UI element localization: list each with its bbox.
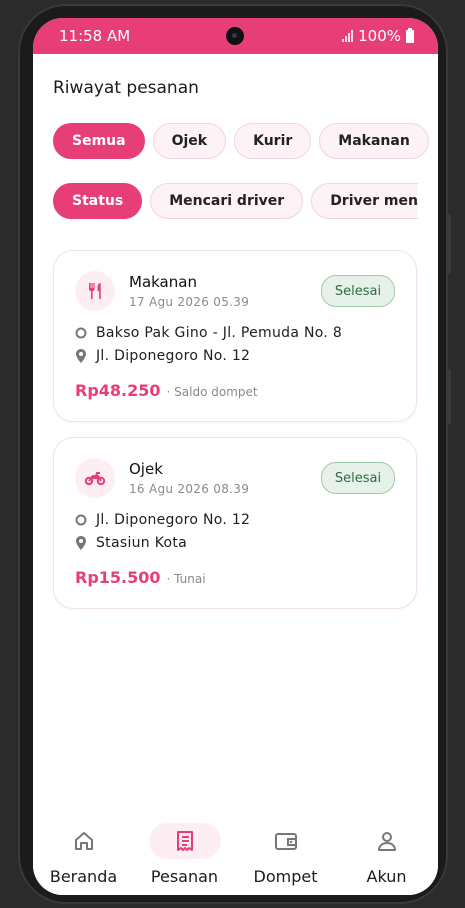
cutlery-icon [75,271,115,311]
pickup-circle-icon [75,327,87,339]
nav-beranda[interactable]: Beranda [33,813,134,895]
status-filter-bar: Status Mencari driver Driver menuju lo [53,183,418,219]
order-price: Rp15.500 [75,568,161,587]
page-title: Riwayat pesanan [53,78,199,98]
receipt-icon [148,823,221,859]
order-date: 16 Agu 2026 08.39 [129,482,250,496]
wallet-icon [250,823,322,859]
pickup-address: Jl. Diponegoro No. 12 [96,512,251,528]
nav-label: Beranda [49,867,118,886]
nav-pesanan[interactable]: Pesanan [134,813,235,895]
location-pin-icon [75,349,87,363]
payment-method: · Tunai [166,572,206,586]
person-icon [351,823,423,859]
filter-chip-kurir[interactable]: Kurir [234,123,312,159]
nav-akun[interactable]: Akun [336,813,437,895]
filter-chip-makanan[interactable]: Makanan [319,123,429,159]
bottom-nav: Beranda Pesanan Dompet Akun [33,813,438,895]
motorbike-icon [75,458,115,498]
order-date: 17 Agu 2026 05.39 [129,295,250,309]
service-filter-bar: Semua Ojek Kurir Makanan [53,123,429,159]
status-bar: 11:58 AM 100% [33,18,438,54]
status-badge: Selesai [321,462,395,494]
nav-dompet[interactable]: Dompet [235,813,336,895]
home-icon [48,823,120,859]
battery-icon [406,27,414,43]
app-screen: 11:58 AM 100% Riwayat pesanan Semua Ojek… [33,18,438,895]
filter-chip-semua[interactable]: Semua [53,123,145,159]
location-pin-icon [75,536,87,550]
filter-chip-mencari-driver[interactable]: Mencari driver [150,183,304,219]
nav-label: Akun [366,867,407,886]
nav-label: Dompet [253,867,318,886]
payment-method: · Saldo dompet [166,385,258,399]
order-price: Rp48.250 [75,381,161,400]
filter-chip-ojek[interactable]: Ojek [152,123,227,159]
status-time: 11:58 AM [59,27,131,45]
pickup-circle-icon [75,514,87,526]
order-card[interactable]: Makanan 17 Agu 2026 05.39 Selesai Bakso … [53,250,417,422]
pickup-address: Bakso Pak Gino - Jl. Pemuda No. 8 [96,325,343,341]
battery-percent: 100% [358,27,401,45]
order-card[interactable]: Ojek 16 Agu 2026 08.39 Selesai Jl. Dipon… [53,437,417,609]
dropoff-address: Jl. Diponegoro No. 12 [96,348,251,364]
order-service: Ojek [129,460,163,478]
signal-icon [342,30,354,42]
nav-label: Pesanan [150,867,219,886]
camera-cutout [226,27,244,45]
filter-chip-driver-menuju[interactable]: Driver menuju lo [311,183,418,219]
dropoff-address: Stasiun Kota [96,535,188,551]
order-service: Makanan [129,273,197,291]
filter-chip-status[interactable]: Status [53,183,143,219]
status-badge: Selesai [321,275,395,307]
